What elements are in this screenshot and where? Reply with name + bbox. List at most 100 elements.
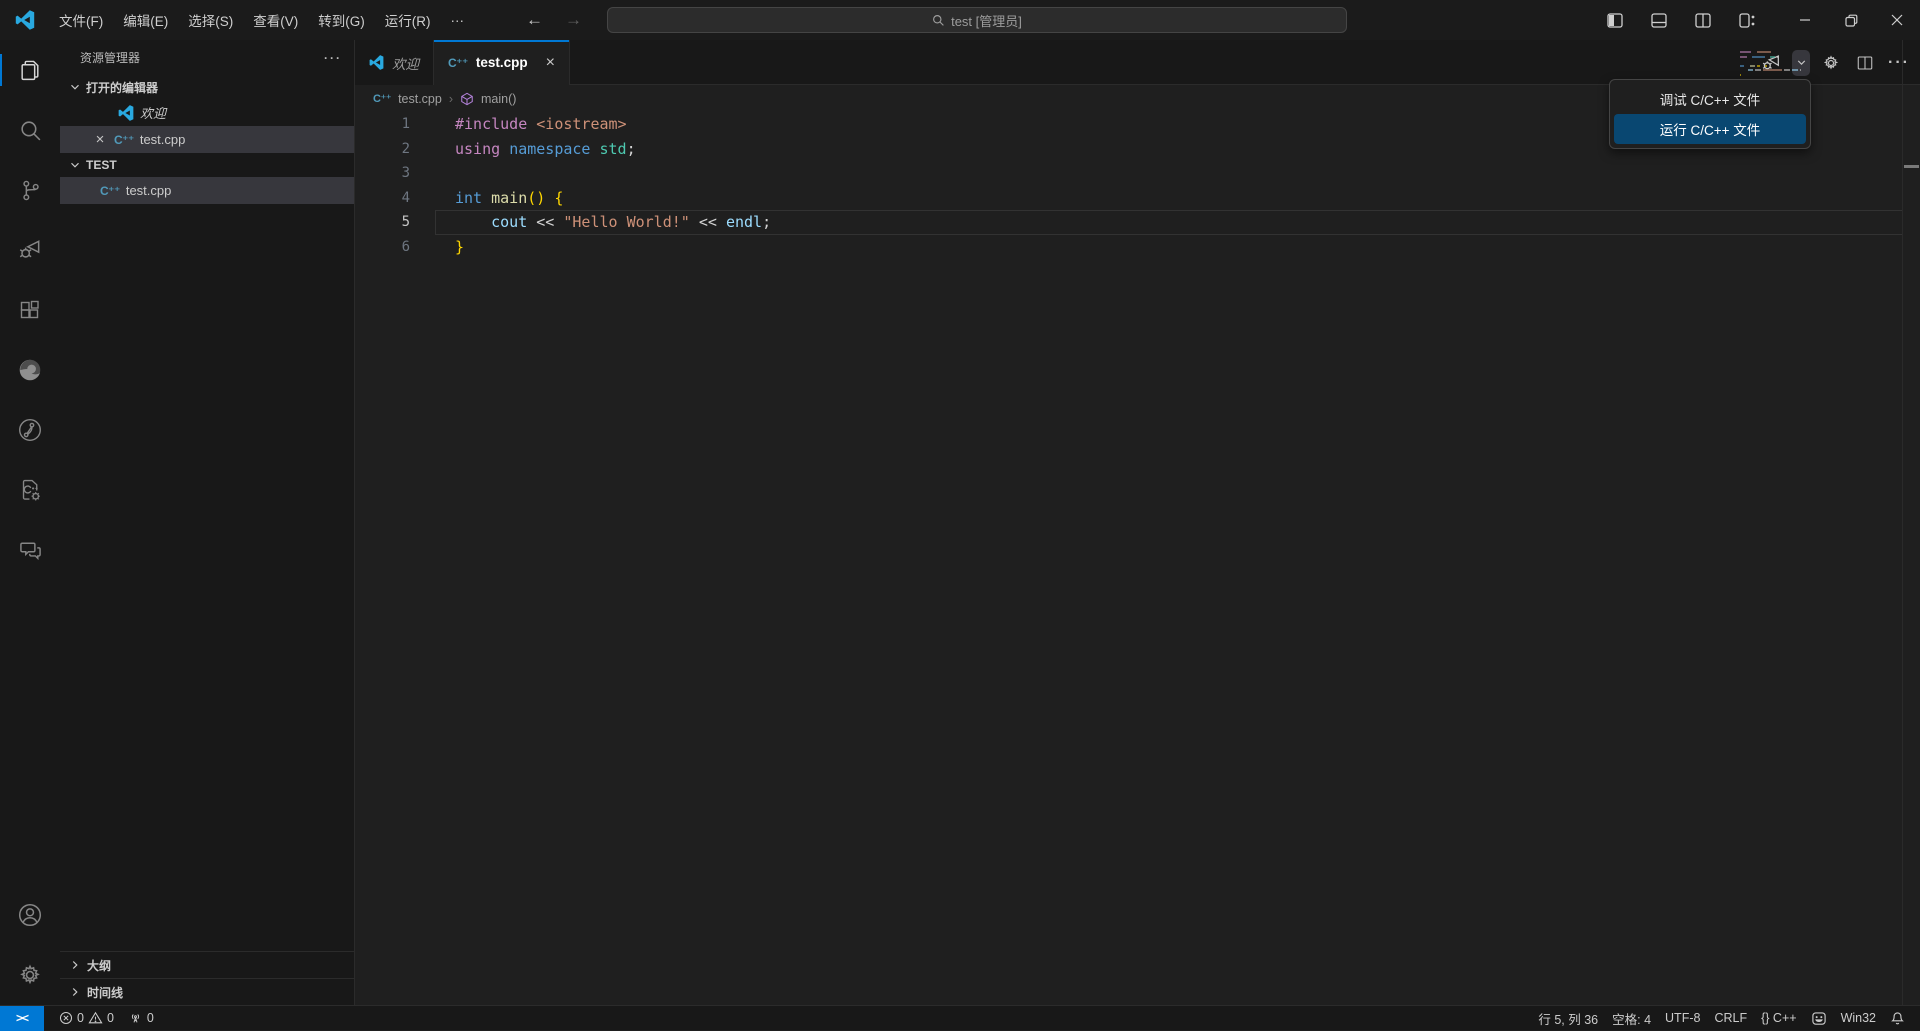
problems-indicator[interactable]: 0 0 [52,1006,121,1030]
minimize-button[interactable] [1782,0,1828,40]
line-number: 2 [355,141,410,157]
code-line[interactable]: 4int main() { [355,186,1903,211]
warning-count: 0 [107,1011,114,1025]
toggle-secondary-sidebar-icon[interactable] [1686,6,1720,34]
menu-view[interactable]: 查看(V) [243,5,308,35]
timeline-label: 时间线 [87,984,123,1001]
vscode-logo-icon [369,55,384,70]
notifications-bell-icon[interactable] [1883,1006,1912,1030]
open-editors-section[interactable]: 打开的编辑器 [60,75,354,99]
file-testcpp[interactable]: C⁺⁺ test.cpp [60,177,354,204]
menu-item-debug-cpp[interactable]: 调试 C/C++ 文件 [1614,84,1806,114]
extensions-icon[interactable] [0,280,60,340]
vscode-logo-icon [118,105,134,121]
line-number: 1 [355,116,410,132]
edge-browser-icon[interactable] [0,340,60,400]
menu-selection[interactable]: 选择(S) [178,5,243,35]
language-mode[interactable]: {} C++ [1754,1006,1803,1030]
open-editor-label: test.cpp [140,132,186,147]
title-bar: 文件(F) 编辑(E) 选择(S) 查看(V) 转到(G) 运行(R) ··· … [0,0,1920,40]
cpp-properties-icon[interactable] [0,460,60,520]
overview-ruler [1902,40,1903,1005]
chat-icon[interactable] [0,520,60,580]
menu-run[interactable]: 运行(R) [375,5,441,35]
customize-layout-icon[interactable] [1730,6,1764,34]
outline-section[interactable]: 大纲 [60,951,354,978]
chevron-right-icon [68,985,82,999]
toggle-panel-icon[interactable] [1642,6,1676,34]
eol-sequence[interactable]: CRLF [1707,1006,1754,1030]
indentation[interactable]: 空格: 4 [1605,1006,1658,1030]
status-bar: >< 0 0 0 行 5, 列 36 空格: 4 UTF-8 CRLF {} C… [0,1005,1920,1030]
folder-section-test[interactable]: TEST [60,153,354,177]
code-editor[interactable]: 1#include <iostream>2using namespace std… [355,112,1903,1005]
file-label: test.cpp [126,183,172,198]
tab-label: test.cpp [476,55,528,70]
activity-bar [0,40,60,1005]
toggle-primary-sidebar-icon[interactable] [1598,6,1632,34]
explorer-icon[interactable] [0,40,60,100]
radio-tower-icon [128,1011,143,1025]
menu-item-run-cpp[interactable]: 运行 C/C++ 文件 [1614,114,1806,144]
git-graph-icon[interactable] [0,400,60,460]
open-editors-label: 打开的编辑器 [86,79,158,96]
navigate-forward-icon[interactable]: → [565,10,582,30]
sidebar-title: 资源管理器 [80,49,140,66]
open-editor-welcome[interactable]: 欢迎 [60,99,354,126]
cursor-position[interactable]: 行 5, 列 36 [1531,1006,1605,1030]
search-view-icon[interactable] [0,100,60,160]
close-tab-icon[interactable]: × [546,54,555,72]
breadcrumb-separator-icon: › [449,92,453,106]
outline-label: 大纲 [87,957,111,974]
cpp-file-icon: C⁺⁺ [100,184,120,198]
breadcrumb-symbol[interactable]: main() [481,92,516,106]
account-icon[interactable] [0,885,60,945]
close-editor-icon[interactable]: × [92,131,108,148]
code-line[interactable]: 6} [355,235,1903,260]
line-number: 4 [355,190,410,206]
breadcrumb-file[interactable]: test.cpp [398,92,442,106]
settings-gear-icon[interactable] [0,945,60,1005]
menu-edit[interactable]: 编辑(E) [113,5,178,35]
remote-indicator[interactable]: >< [0,1006,44,1031]
editor-more-actions-icon[interactable]: ··· [1886,50,1912,76]
code-line[interactable]: 3 [355,161,1903,186]
explorer-more-actions-icon[interactable]: ··· [324,51,342,65]
warning-icon [88,1011,103,1025]
menu-more-icon[interactable]: ··· [441,8,475,33]
line-number: 5 [355,214,410,230]
platform-config[interactable]: Win32 [1834,1006,1883,1030]
menu-bar: 文件(F) 编辑(E) 选择(S) 查看(V) 转到(G) 运行(R) ··· [49,5,474,35]
navigate-back-icon[interactable]: ← [526,10,543,30]
search-text: test [管理员] [951,11,1022,30]
encoding[interactable]: UTF-8 [1658,1006,1707,1030]
remote-icon: >< [16,1011,28,1025]
tab-testcpp[interactable]: C⁺⁺ test.cpp × [434,40,570,85]
close-button[interactable] [1874,0,1920,40]
error-icon [59,1011,73,1025]
line-number: 3 [355,165,410,181]
feedback-icon[interactable] [1804,1006,1834,1030]
tab-welcome[interactable]: 欢迎 [355,40,434,85]
line-number: 6 [355,239,410,255]
code-line[interactable]: 5 cout << "Hello World!" << endl; [355,210,1903,235]
ports-indicator[interactable]: 0 [121,1006,161,1030]
cpp-file-icon: C⁺⁺ [114,133,134,147]
search-icon [932,14,945,27]
cpp-file-icon: C⁺⁺ [373,92,391,105]
split-editor-icon[interactable] [1852,50,1878,76]
source-control-icon[interactable] [0,160,60,220]
run-and-debug-icon[interactable] [0,220,60,280]
editor-area: 欢迎 C⁺⁺ test.cpp × ··· C⁺⁺ test.cpp › [355,40,1920,1005]
menu-go[interactable]: 转到(G) [308,5,375,35]
open-editor-testcpp[interactable]: × C⁺⁺ test.cpp [60,126,354,153]
open-editor-label: 欢迎 [140,103,166,122]
symbol-method-icon [460,92,474,106]
command-center-search[interactable]: test [管理员] [607,7,1347,33]
explorer-sidebar: 资源管理器 ··· 打开的编辑器 欢迎 × C⁺⁺ test.cpp TEST … [60,40,355,1005]
restore-button[interactable] [1828,0,1874,40]
menu-file[interactable]: 文件(F) [49,5,113,35]
timeline-section[interactable]: 时间线 [60,978,354,1005]
chevron-right-icon [68,958,82,972]
folder-label: TEST [86,158,117,172]
